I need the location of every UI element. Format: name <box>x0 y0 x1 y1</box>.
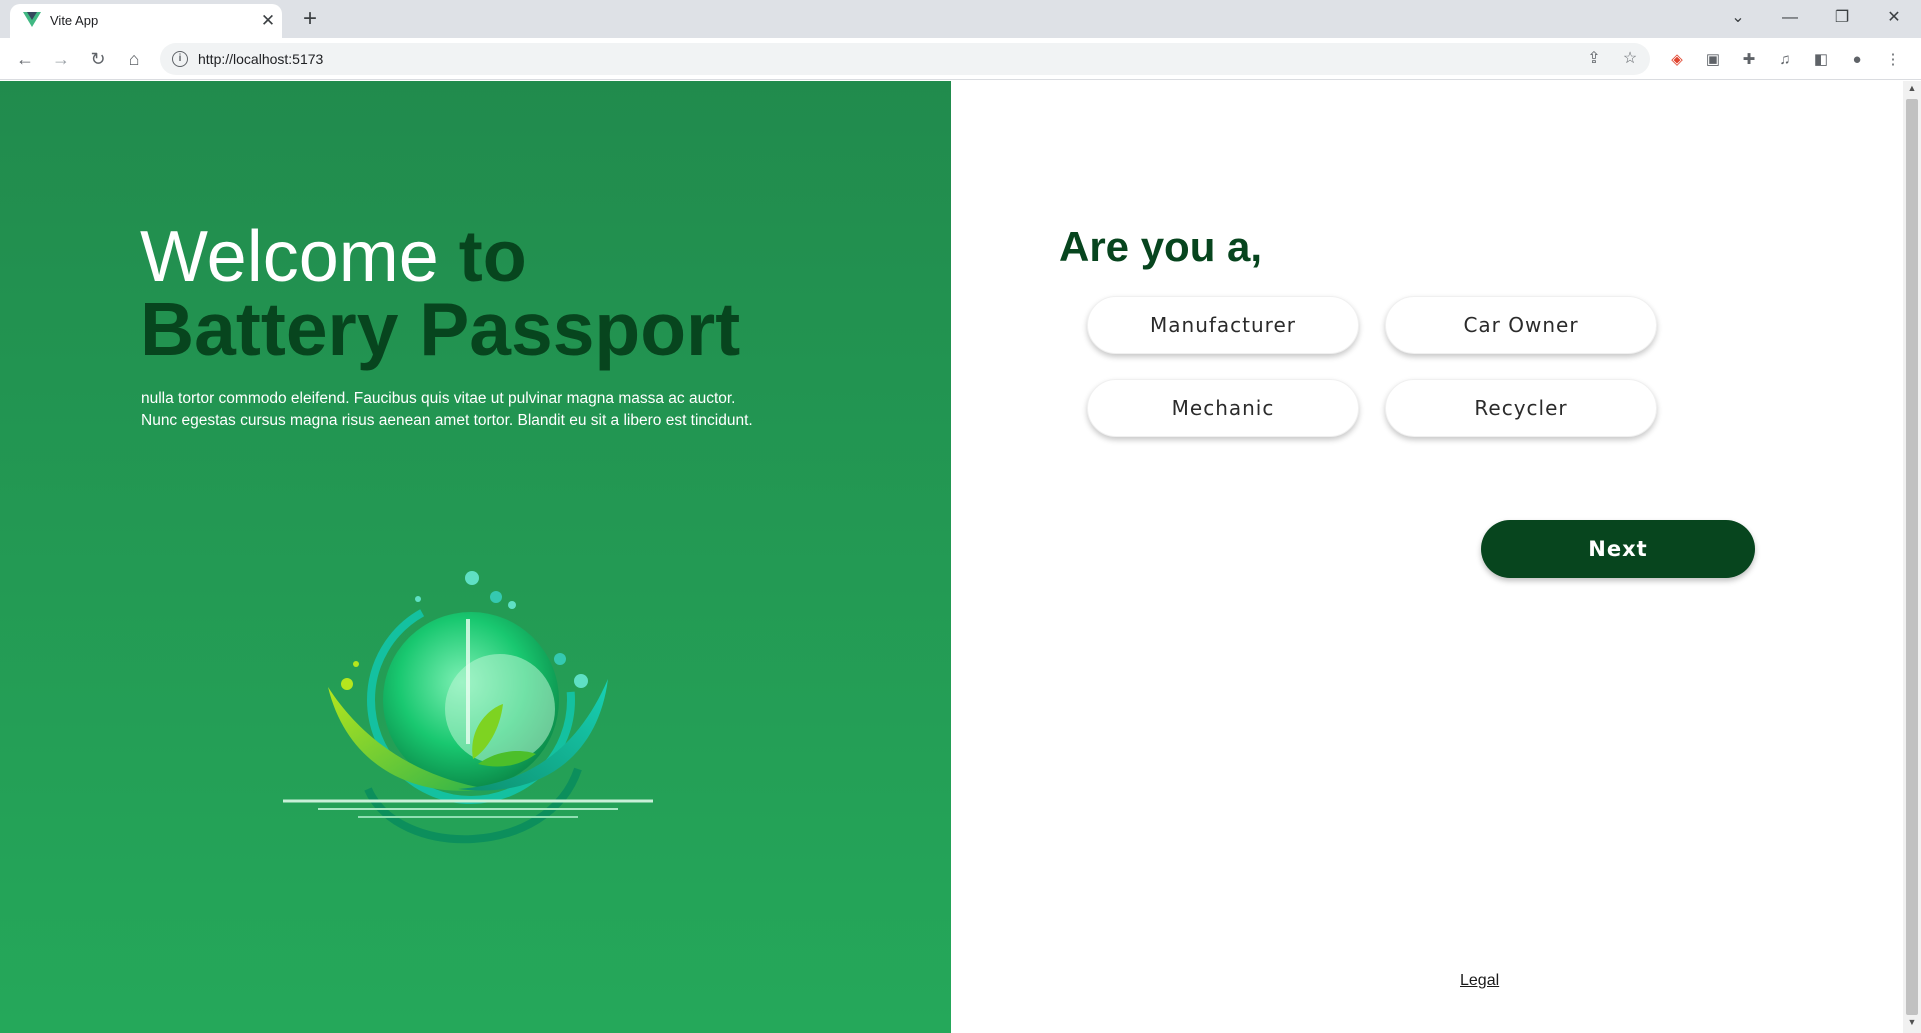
reload-icon[interactable]: ↻ <box>85 46 111 72</box>
scroll-down-arrow-icon[interactable]: ▼ <box>1903 1017 1921 1031</box>
browser-toolbar: ← → ↻ ⌂ i http://localhost:5173 ⇪ ☆ ◈ ▣ … <box>0 38 1921 80</box>
hero-description-line: Nunc egestas cursus magna risus aenean a… <box>141 412 753 429</box>
scroll-up-arrow-icon[interactable]: ▲ <box>1903 83 1921 97</box>
role-car-owner-button[interactable]: Car Owner <box>1385 296 1657 354</box>
legal-link[interactable]: Legal <box>1460 972 1499 990</box>
role-mechanic-button[interactable]: Mechanic <box>1087 379 1359 437</box>
media-icon[interactable]: ♫ <box>1775 50 1795 70</box>
role-selection-panel: Are you a, Manufacturer Car Owner Mechan… <box>951 81 1903 1033</box>
bitwarden-icon[interactable]: ▣ <box>1703 50 1723 70</box>
hero-description-line: nulla tortor commodo eleifend. Faucibus … <box>141 390 736 407</box>
tab-strip: Vite App ✕ + ⌄ — ❐ ✕ <box>0 0 1921 38</box>
window-close-button[interactable]: ✕ <box>1874 4 1914 32</box>
role-recycler-button[interactable]: Recycler <box>1385 379 1657 437</box>
back-icon[interactable]: ← <box>12 46 38 72</box>
page: Welcome to Battery Passport nulla tortor… <box>0 81 1903 1033</box>
address-bar[interactable]: i http://localhost:5173 ⇪ ☆ <box>160 43 1650 75</box>
profile-icon[interactable]: ● <box>1847 50 1867 70</box>
page-scrollbar[interactable]: ▲ ▼ <box>1903 81 1921 1033</box>
tab-search-icon[interactable]: ⌄ <box>1718 4 1758 32</box>
scroll-thumb[interactable] <box>1906 99 1918 1015</box>
role-manufacturer-button[interactable]: Manufacturer <box>1087 296 1359 354</box>
next-button[interactable]: Next <box>1481 520 1755 578</box>
new-tab-button[interactable]: + <box>296 6 324 34</box>
restore-button[interactable]: ❐ <box>1822 4 1862 32</box>
welcome-word: Welcome <box>140 217 439 297</box>
info-icon[interactable]: i <box>172 51 188 67</box>
role-question: Are you a, <box>1059 223 1263 270</box>
puzzle-icon[interactable]: ✚ <box>1739 50 1759 70</box>
tab-close-icon[interactable]: ✕ <box>258 11 278 31</box>
shield-extension-icon[interactable]: ◈ <box>1667 50 1687 70</box>
star-icon[interactable]: ☆ <box>1620 49 1640 69</box>
menu-icon[interactable]: ⋮ <box>1883 50 1903 70</box>
vue-logo-icon <box>23 12 41 27</box>
tab-title: Vite App <box>50 13 99 28</box>
share-icon[interactable]: ⇪ <box>1584 49 1604 69</box>
hero-panel: Welcome to Battery Passport nulla tortor… <box>0 81 951 1033</box>
sidepanel-icon[interactable]: ◧ <box>1811 50 1831 70</box>
hero-title: Welcome to Battery Passport <box>140 221 740 367</box>
forward-icon[interactable]: → <box>48 46 74 72</box>
to-word: to <box>458 217 527 297</box>
url-text[interactable]: http://localhost:5173 <box>198 51 323 67</box>
hero-description: nulla tortor commodo eleifend. Faucibus … <box>141 388 841 432</box>
battery-passport-logo-icon <box>283 571 653 844</box>
minimize-button[interactable]: — <box>1770 4 1810 32</box>
brand-name: Battery Passport <box>140 287 741 371</box>
browser-tab[interactable]: Vite App ✕ <box>10 4 282 38</box>
home-icon[interactable]: ⌂ <box>121 46 147 72</box>
